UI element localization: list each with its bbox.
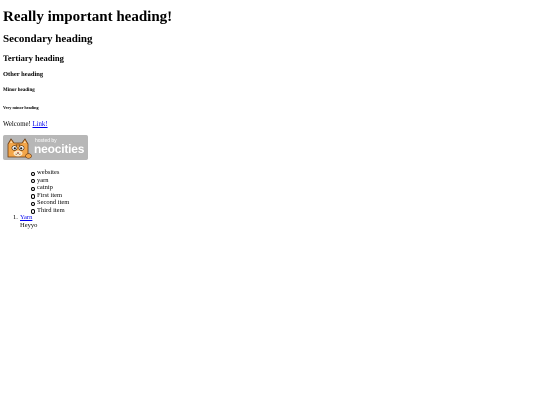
heading-1: Really important heading! bbox=[3, 9, 173, 25]
list-item: catnip bbox=[31, 184, 69, 192]
ordered-list-item: 1. Yarn bbox=[13, 214, 37, 222]
badge-brand-text: neocities bbox=[34, 142, 85, 156]
welcome-line: Welcome! Link! bbox=[3, 121, 48, 129]
welcome-text: Welcome! bbox=[3, 121, 31, 128]
heading-2: Secondary heading bbox=[3, 33, 93, 45]
heading-5: Minor heading bbox=[3, 88, 35, 93]
list-item: websites bbox=[31, 169, 69, 177]
heading-3: Tertiary heading bbox=[3, 53, 64, 63]
ordered-list-subtext: Heyyo bbox=[20, 221, 38, 229]
yarn-link[interactable]: Yarn bbox=[20, 214, 32, 221]
page: Really important heading! Secondary head… bbox=[0, 0, 540, 405]
list-item: yarn bbox=[31, 177, 69, 185]
list-number: 1. bbox=[13, 214, 18, 221]
nested-list: websites yarn catnip First item Second i… bbox=[31, 169, 69, 215]
list-item: First item bbox=[31, 192, 69, 200]
heading-6: Very minor heading bbox=[3, 105, 39, 110]
list-item: Second item bbox=[31, 199, 69, 207]
heading-4: Other heading bbox=[3, 71, 44, 78]
welcome-link[interactable]: Link! bbox=[32, 121, 47, 128]
ordered-list: 1. Yarn Heyyo bbox=[13, 214, 37, 230]
neocities-cat-icon bbox=[7, 138, 32, 159]
neocities-badge[interactable]: hosted by neocities bbox=[3, 135, 88, 160]
